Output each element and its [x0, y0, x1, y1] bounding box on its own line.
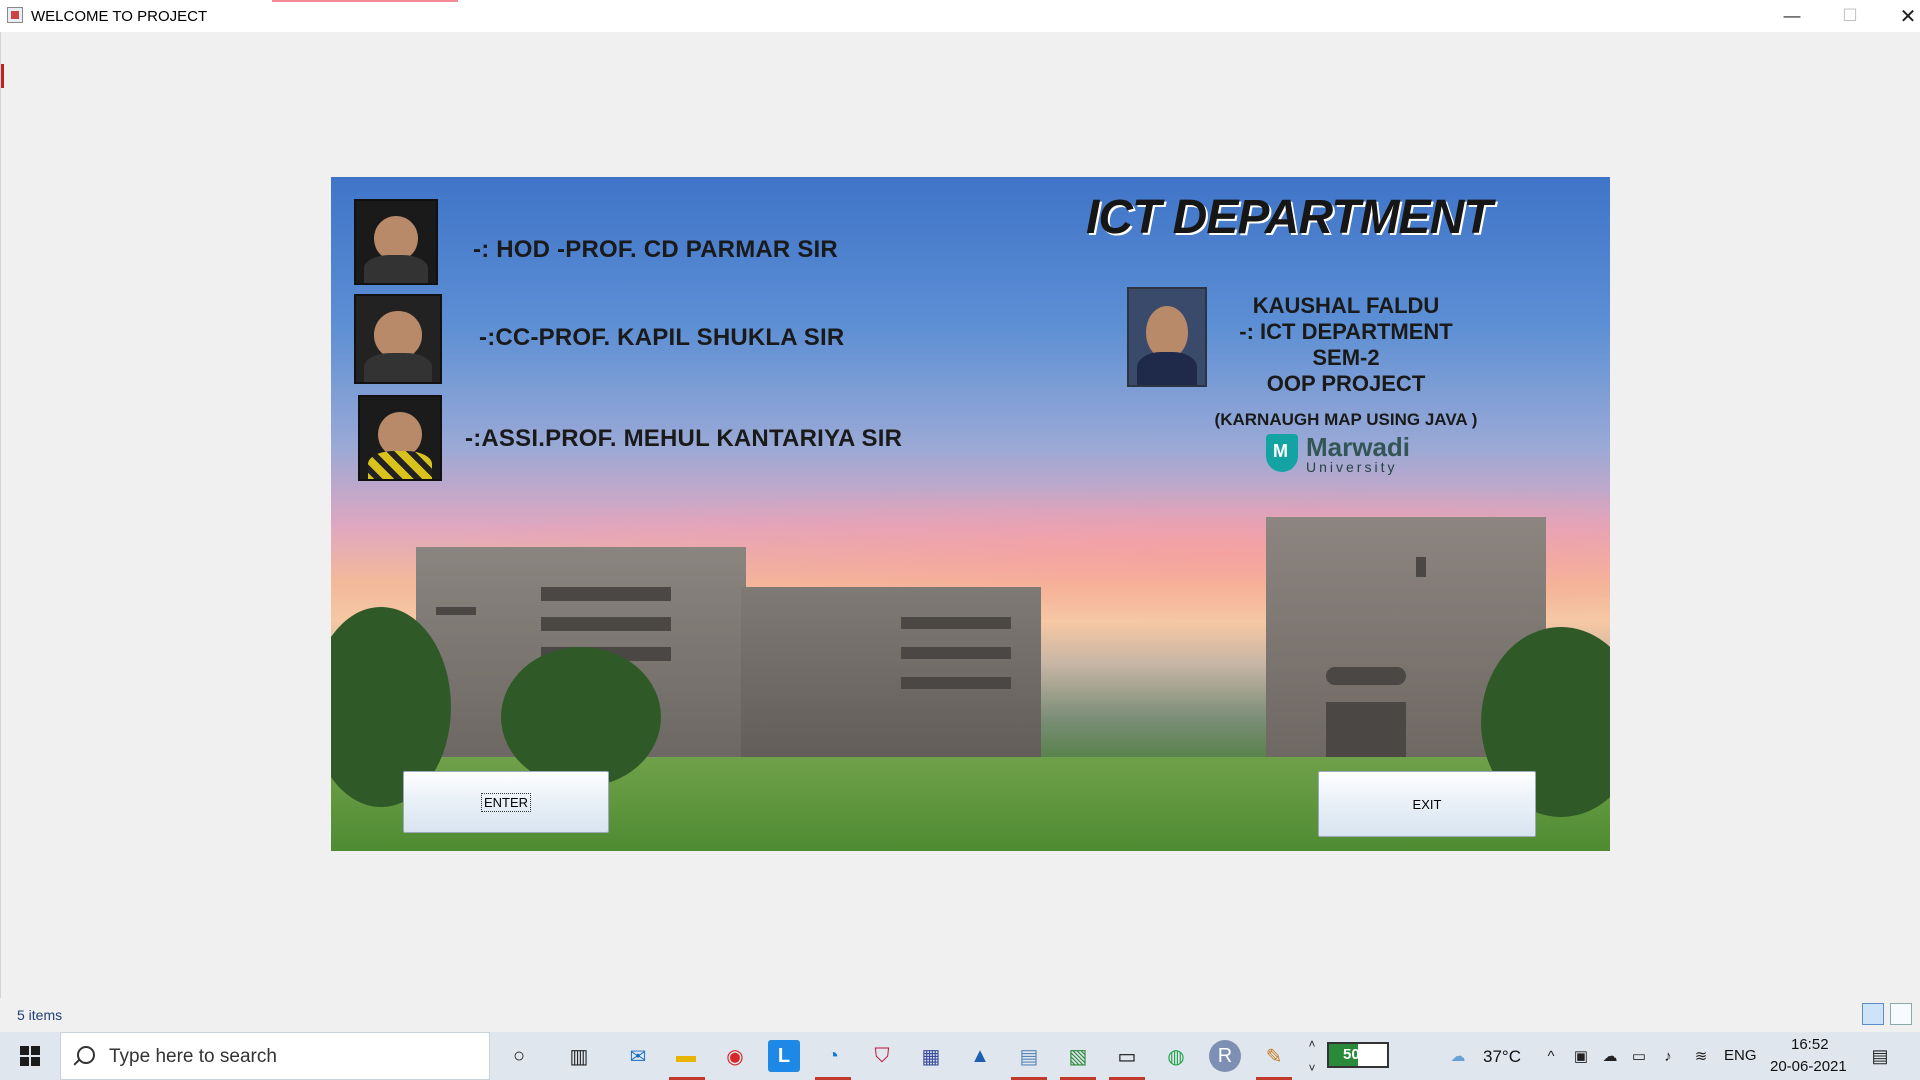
java-app-icon: [7, 7, 23, 23]
student-info: KAUSHAL FALDU -: ICT DEPARTMENT SEM-2 OO…: [1211, 293, 1481, 433]
temperature-label[interactable]: 37°C: [1483, 1047, 1521, 1067]
title-bar: WELCOME TO PROJECT — ☐ ✕: [0, 0, 1920, 32]
notifications-icon[interactable]: ▤: [1870, 1046, 1890, 1066]
cc-label: -:CC-PROF. KAPIL SHUKLA SIR: [479, 324, 845, 351]
asst-prof-photo: [358, 395, 442, 481]
taskbar-scroll-up-icon[interactable]: ˄: [1302, 1034, 1322, 1054]
edge-icon[interactable]: ◔: [817, 1040, 849, 1072]
maximize-button[interactable]: ☐: [1821, 0, 1879, 32]
logo-subtitle: University: [1306, 459, 1398, 475]
large-icons-view-icon[interactable]: [1890, 1003, 1912, 1025]
taskbar: Type here to search ○ ▥ ✉ ▬ ◉ L ◔ ⛉ ▦ ▲ …: [0, 1032, 1920, 1080]
department-title: ICT DEPARTMENT: [1086, 191, 1493, 244]
project-title: (KARNAUGH MAP USING JAVA ): [1214, 410, 1478, 429]
show-hidden-icons-icon[interactable]: ^: [1541, 1046, 1561, 1066]
hod-label: -: HOD -PROF. CD PARMAR SIR: [473, 236, 838, 263]
paint-icon[interactable]: ✎: [1258, 1040, 1290, 1072]
battery-indicator[interactable]: 50%: [1327, 1042, 1389, 1068]
language-indicator[interactable]: ENG: [1724, 1047, 1757, 1064]
excel-icon[interactable]: ▧: [1062, 1040, 1094, 1072]
battery-percent-label: 50%: [1342, 1046, 1374, 1063]
start-button[interactable]: [0, 1032, 60, 1080]
welcome-banner: -: HOD -PROF. CD PARMAR SIR -:CC-PROF. K…: [331, 177, 1610, 851]
meet-now-icon[interactable]: ▣: [1571, 1046, 1591, 1066]
cc-photo: [354, 294, 442, 384]
clock-date[interactable]: 20-06-2021: [1770, 1058, 1847, 1075]
hod-photo: [354, 199, 438, 285]
weather-icon[interactable]: ☁: [1448, 1046, 1468, 1066]
terminal-icon[interactable]: ▭: [1111, 1040, 1143, 1072]
r-app-icon[interactable]: R: [1209, 1040, 1241, 1072]
window-title: WELCOME TO PROJECT: [31, 8, 208, 25]
exit-button[interactable]: EXIT: [1318, 771, 1536, 837]
student-name: KAUSHAL FALDU: [1252, 293, 1440, 318]
enter-button[interactable]: ENTER: [403, 771, 609, 833]
task-view-icon[interactable]: ▥: [563, 1040, 595, 1072]
windows-icon: [20, 1046, 40, 1066]
clock-time[interactable]: 16:52: [1791, 1036, 1829, 1053]
opera-icon[interactable]: ◉: [719, 1040, 751, 1072]
file-explorer-icon[interactable]: ▬: [670, 1040, 702, 1072]
close-button[interactable]: ✕: [1879, 0, 1920, 32]
campus-building-center: [741, 587, 1041, 777]
search-placeholder: Type here to search: [109, 1046, 277, 1067]
marwadi-university-logo: Marwadi University: [1266, 432, 1410, 475]
cortana-icon[interactable]: ○: [503, 1040, 535, 1072]
wifi-icon[interactable]: ≋: [1691, 1046, 1711, 1066]
student-photo: [1127, 287, 1207, 387]
details-view-icon[interactable]: [1862, 1003, 1884, 1025]
notepad-icon[interactable]: ▤: [1013, 1040, 1045, 1072]
student-project-type: OOP PROJECT: [1266, 371, 1426, 396]
l-app-icon[interactable]: L: [768, 1040, 800, 1072]
title-bar-accent: [272, 0, 458, 2]
edge-accent: [1, 64, 4, 88]
minimize-button[interactable]: —: [1763, 0, 1821, 32]
whatsapp-icon[interactable]: ◍: [1160, 1040, 1192, 1072]
taskbar-scroll-down-icon[interactable]: ˅: [1302, 1058, 1322, 1078]
palm-tree: [501, 647, 661, 787]
student-department: -: ICT DEPARTMENT SEM-2: [1239, 319, 1453, 370]
enter-button-label: ENTER: [480, 792, 532, 812]
onedrive-icon[interactable]: ☁: [1600, 1046, 1620, 1066]
mcafee-icon[interactable]: ⛉: [866, 1040, 898, 1072]
battery-icon[interactable]: ▭: [1629, 1046, 1649, 1066]
photos-icon[interactable]: ▲: [964, 1040, 996, 1072]
volume-icon[interactable]: ♪: [1658, 1046, 1678, 1066]
asst-prof-label: -:ASSI.PROF. MEHUL KANTARIYA SIR: [465, 425, 903, 452]
mail-icon[interactable]: ✉: [622, 1040, 654, 1072]
items-count-label: 5 items: [17, 1007, 63, 1023]
marwadi-shield-logo: [1266, 434, 1298, 472]
search-box[interactable]: Type here to search: [60, 1032, 490, 1080]
calculator-icon[interactable]: ▦: [915, 1040, 947, 1072]
search-icon: [77, 1046, 95, 1064]
